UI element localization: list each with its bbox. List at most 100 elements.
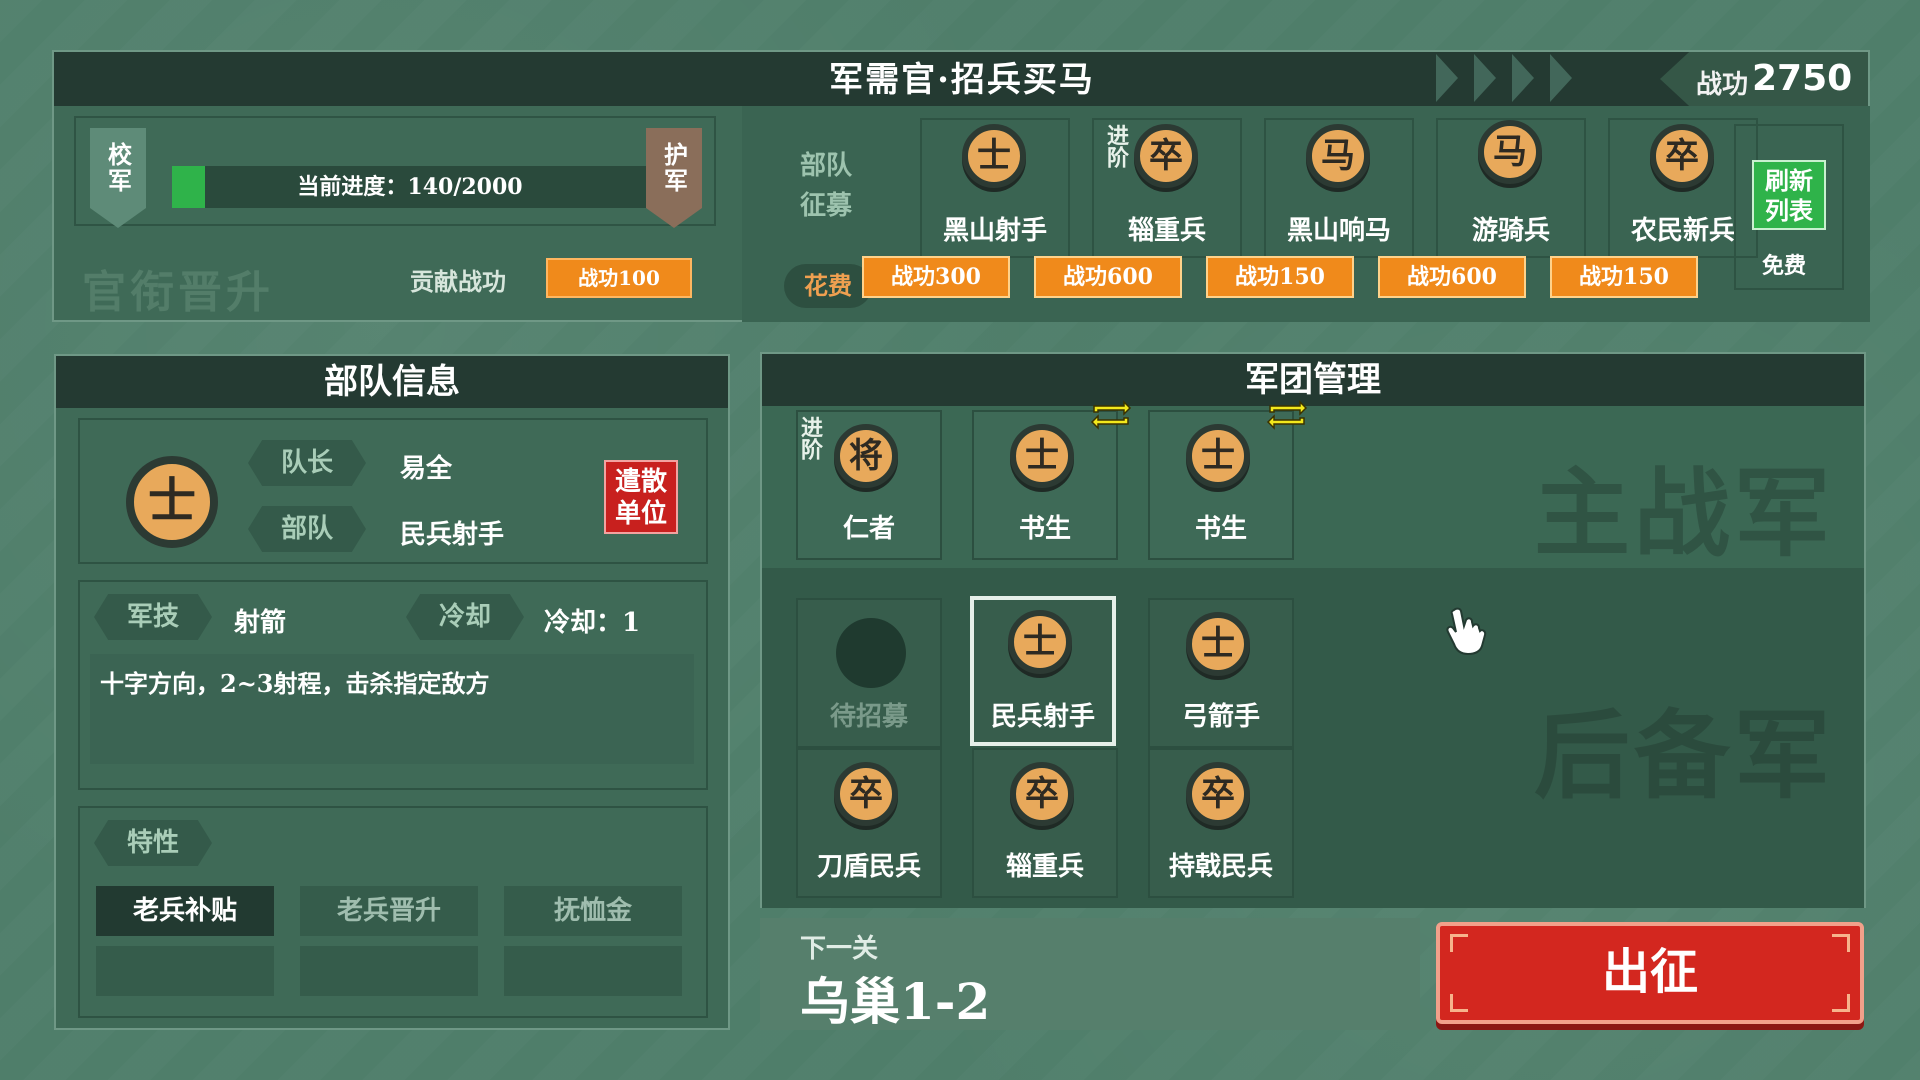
main-army-area: 主战军 进阶 将 仁者 士 书生 士 书生	[762, 406, 1864, 570]
empty-slot-token	[836, 618, 906, 688]
unit-token: 士	[1186, 612, 1250, 676]
reserve-unit-6[interactable]: 卒 持戟民兵	[1148, 748, 1294, 898]
legion-header: 军团管理	[762, 354, 1864, 406]
main-unit-2[interactable]: 士 书生	[972, 410, 1118, 560]
reserve-unit-selected[interactable]: 士 民兵射手	[970, 596, 1116, 746]
unit-type-value: 民兵射手	[400, 520, 505, 550]
unit-token: 将	[834, 424, 898, 488]
cooldown-label: 冷却	[406, 594, 524, 640]
current-rank-flag: 校军	[90, 128, 146, 228]
unit-token: 卒	[1186, 762, 1250, 826]
deploy-button-label: 出征	[1601, 944, 1698, 1000]
merit-score-box: 战功 2750	[1660, 52, 1868, 106]
skill-description-box: 十字方向，2~3射程，击杀指定敌方	[90, 654, 694, 764]
contribute-merit-button[interactable]: 战功100	[546, 258, 692, 298]
unit-token: 马	[1478, 120, 1542, 184]
trait-slot-1[interactable]: 老兵补贴	[96, 886, 274, 936]
captain-label: 队长	[248, 440, 366, 486]
unit-token: 马	[1306, 124, 1370, 188]
reserve-slot-empty[interactable]: 待招募	[796, 598, 942, 748]
trait-slot-3[interactable]: 抚恤金	[504, 886, 682, 936]
top-header-bar: 军需官·招兵买马 战功 2750	[54, 52, 1868, 106]
recruit-card-1[interactable]: 士 黑山射手	[920, 118, 1070, 258]
recruit-card-2[interactable]: 进阶 卒 辎重兵	[1092, 118, 1242, 258]
next-rank-flag: 护军	[646, 128, 702, 228]
unit-info-header: 部队信息	[56, 356, 728, 408]
refresh-list-button[interactable]: 刷新列表	[1752, 160, 1826, 230]
main-unit-3[interactable]: 士 书生	[1148, 410, 1294, 560]
traits-box: 特性 老兵补贴 老兵晋升 抚恤金	[78, 806, 708, 1018]
skill-label: 军技	[94, 594, 212, 640]
unit-name: 仁者	[842, 514, 895, 544]
unit-big-token: 士	[126, 456, 218, 548]
recruit-label: 部队征募	[799, 151, 852, 221]
unit-token: 卒	[1010, 762, 1074, 826]
unit-name: 书生	[1018, 514, 1071, 544]
recruit-unit-name: 辎重兵	[1127, 216, 1206, 246]
unit-name: 待招募	[829, 702, 908, 732]
recruit-card-3[interactable]: 马 黑山响马	[1264, 118, 1414, 258]
promote-tag: 进阶	[1103, 124, 1129, 168]
reserve-unit-3[interactable]: 士 弓箭手	[1148, 598, 1294, 748]
trait-slot-2[interactable]: 老兵晋升	[300, 886, 478, 936]
refresh-cost-label: 免费	[1762, 253, 1807, 279]
deploy-button[interactable]: 出征	[1436, 922, 1864, 1024]
legion-panel: 军团管理 主战军 进阶 将 仁者 士 书生 士 书生 后备军 待招募 士 民兵射…	[760, 352, 1866, 908]
corner-decoration	[1832, 994, 1850, 1012]
rank-track: 校军 当前进度：140/2000 护军	[74, 116, 716, 228]
recruit-unit-name: 黑山响马	[1286, 216, 1391, 246]
unit-token: 士	[1008, 610, 1072, 674]
unit-name: 民兵射手	[990, 702, 1095, 732]
unit-name: 弓箭手	[1181, 702, 1260, 732]
main-unit-1[interactable]: 将 仁者	[796, 410, 942, 560]
next-stage-name: 乌巢1-2	[800, 972, 991, 1031]
main-army-watermark: 主战军	[1534, 457, 1834, 570]
reserve-army-watermark: 后备军	[1534, 699, 1834, 812]
dismiss-unit-button[interactable]: 遣散单位	[604, 460, 678, 534]
corner-decoration	[1450, 934, 1468, 952]
reserve-army-area: 后备军 待招募 士 民兵射手 士 弓箭手 卒 刀盾民兵 卒 辎重兵 卒 持戟民兵	[762, 568, 1864, 908]
corner-decoration	[1832, 934, 1850, 952]
reserve-unit-4[interactable]: 卒 刀盾民兵	[796, 748, 942, 898]
hand-cursor-icon	[1446, 607, 1487, 656]
captain-value: 易全	[400, 454, 453, 484]
reserve-unit-5[interactable]: 卒 辎重兵	[972, 748, 1118, 898]
trait-slot-empty	[504, 946, 682, 996]
recruit-cost-button-2[interactable]: 战功600	[1034, 256, 1182, 298]
recruit-cost-button-5[interactable]: 战功150	[1550, 256, 1698, 298]
unit-name: 书生	[1194, 514, 1247, 544]
unit-token: 士	[962, 124, 1026, 188]
recruit-card-4[interactable]: 马 游骑兵	[1436, 118, 1586, 258]
recruitment-panel: 军需官·招兵买马 战功 2750 校军 当前进度：140/2000 护军 官衔晋…	[52, 50, 1870, 322]
swap-icon[interactable]	[1090, 400, 1132, 430]
rank-progress-bar: 当前进度：140/2000	[172, 166, 648, 208]
merit-label: 战功	[1696, 70, 1749, 100]
unit-token: 卒	[1134, 124, 1198, 188]
unit-name: 辎重兵	[1005, 852, 1084, 882]
merit-value: 2750	[1752, 58, 1853, 99]
skill-description: 十字方向，2~3射程，击杀指定敌方	[100, 669, 490, 698]
unit-name: 刀盾民兵	[816, 852, 921, 882]
corner-decoration	[1450, 994, 1468, 1012]
trait-slot-empty	[300, 946, 478, 996]
recruit-cost-button-4[interactable]: 战功600	[1378, 256, 1526, 298]
trait-slot-empty	[96, 946, 274, 996]
header-chevrons	[1436, 54, 1584, 104]
recruit-cost-button-1[interactable]: 战功300	[862, 256, 1010, 298]
unit-token: 卒	[834, 762, 898, 826]
unit-token: 士	[1010, 424, 1074, 488]
traits-label: 特性	[94, 820, 212, 866]
unit-token: 卒	[1650, 124, 1714, 188]
recruit-unit-name: 黑山射手	[942, 216, 1047, 246]
panel-title: 军需官·招兵买马	[829, 60, 1095, 100]
unit-info-panel: 部队信息 士 队长 易全 部队 民兵射手 遣散单位 军技 射箭 冷却 冷却：1 …	[54, 354, 730, 1030]
unit-type-label: 部队	[248, 506, 366, 552]
recruit-cost-button-3[interactable]: 战功150	[1206, 256, 1354, 298]
swap-icon[interactable]	[1266, 400, 1308, 430]
recruit-unit-name: 游骑兵	[1471, 216, 1550, 246]
cooldown-value: 冷却：1	[544, 608, 641, 638]
unit-token: 士	[1186, 424, 1250, 488]
rank-title-watermark: 官衔晋升	[82, 267, 274, 318]
unit-name: 持戟民兵	[1168, 852, 1273, 882]
contribute-label: 贡献战功	[410, 267, 506, 296]
